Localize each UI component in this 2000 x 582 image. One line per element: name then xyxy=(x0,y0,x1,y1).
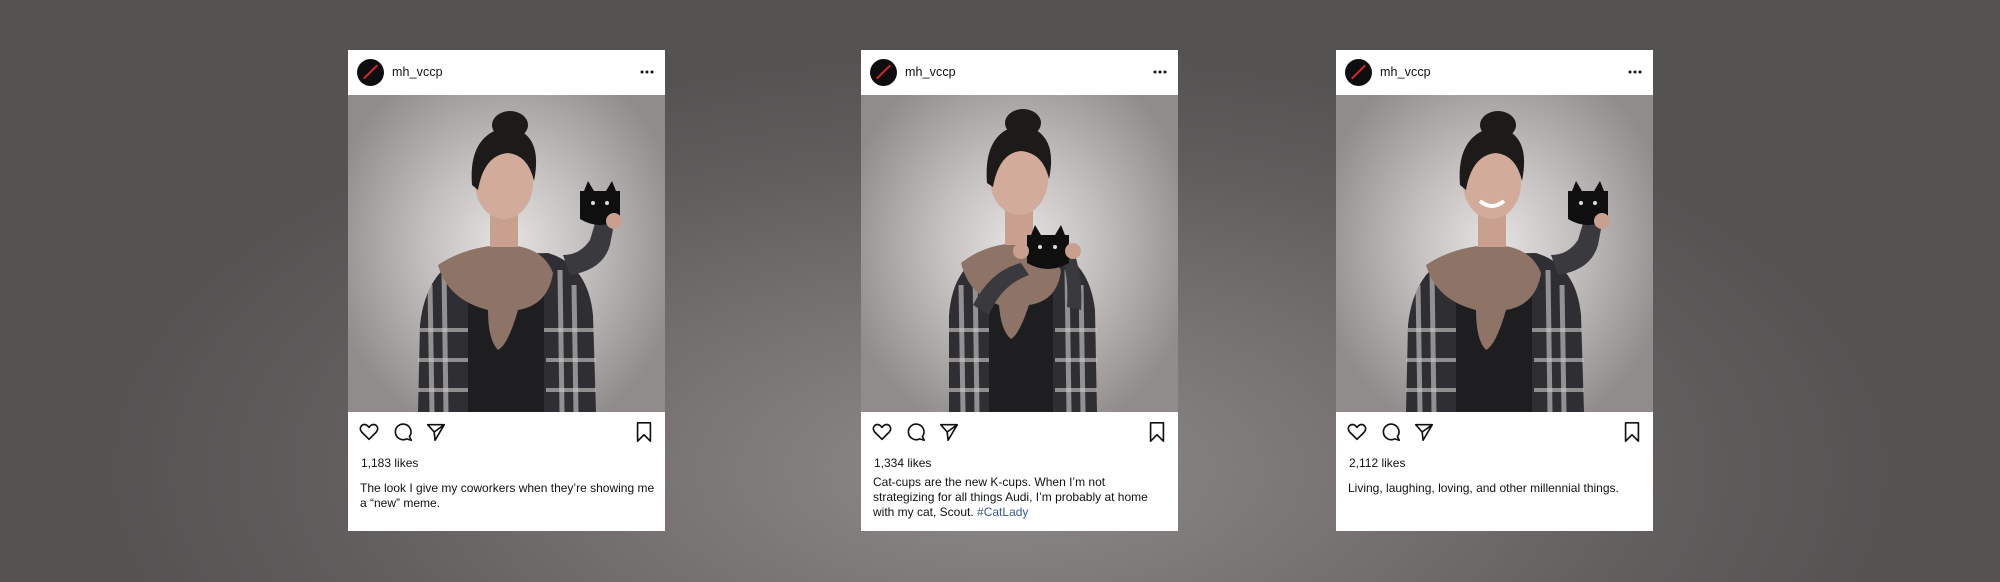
person-photo xyxy=(418,111,622,412)
more-horizontal-icon[interactable] xyxy=(1627,64,1643,80)
avatar[interactable] xyxy=(357,59,384,86)
send-icon[interactable] xyxy=(1413,421,1435,443)
post-caption: The look I give my coworkers when they’r… xyxy=(360,481,655,511)
bookmark-icon[interactable] xyxy=(633,421,655,443)
post-actions xyxy=(1336,412,1653,452)
heart-icon[interactable] xyxy=(358,421,380,443)
bookmark-icon[interactable] xyxy=(1621,421,1643,443)
heart-icon[interactable] xyxy=(1346,421,1368,443)
person-photo xyxy=(1406,111,1610,412)
more-horizontal-icon[interactable] xyxy=(1152,64,1168,80)
username[interactable]: mh_vccp xyxy=(1380,65,1431,79)
hashtag-link[interactable]: #CatLady xyxy=(977,505,1028,519)
username[interactable]: mh_vccp xyxy=(392,65,443,79)
post-actions xyxy=(861,412,1178,452)
post-card-2: mh_vccp 1,334 likes Cat-cups are the new… xyxy=(861,50,1178,531)
post-header: mh_vccp xyxy=(1336,50,1653,95)
caption-text: The look I give my coworkers when they’r… xyxy=(360,481,655,510)
post-caption: Living, laughing, loving, and other mill… xyxy=(1348,481,1643,496)
post-photo[interactable] xyxy=(1336,95,1653,412)
post-caption: Cat-cups are the new K-cups. When I’m no… xyxy=(873,475,1168,520)
post-header: mh_vccp xyxy=(348,50,665,95)
comment-icon[interactable] xyxy=(392,421,414,443)
heart-icon[interactable] xyxy=(871,421,893,443)
post-photo[interactable] xyxy=(861,95,1178,412)
comment-icon[interactable] xyxy=(905,421,927,443)
avatar[interactable] xyxy=(1345,59,1372,86)
username[interactable]: mh_vccp xyxy=(905,65,956,79)
avatar[interactable] xyxy=(870,59,897,86)
send-icon[interactable] xyxy=(938,421,960,443)
like-count[interactable]: 1,334 likes xyxy=(874,456,931,470)
like-count[interactable]: 1,183 likes xyxy=(361,456,418,470)
send-icon[interactable] xyxy=(425,421,447,443)
post-card-1: mh_vccp 1,183 likes The look I give my c… xyxy=(348,50,665,531)
post-actions xyxy=(348,412,665,452)
more-horizontal-icon[interactable] xyxy=(639,64,655,80)
like-count[interactable]: 2,112 likes xyxy=(1349,456,1405,470)
post-card-3: mh_vccp 2,112 likes Living, laughing, lo… xyxy=(1336,50,1653,531)
caption-text: Living, laughing, loving, and other mill… xyxy=(1348,481,1619,495)
post-header: mh_vccp xyxy=(861,50,1178,95)
person-photo xyxy=(949,109,1097,412)
post-photo[interactable] xyxy=(348,95,665,412)
bookmark-icon[interactable] xyxy=(1146,421,1168,443)
comment-icon[interactable] xyxy=(1380,421,1402,443)
